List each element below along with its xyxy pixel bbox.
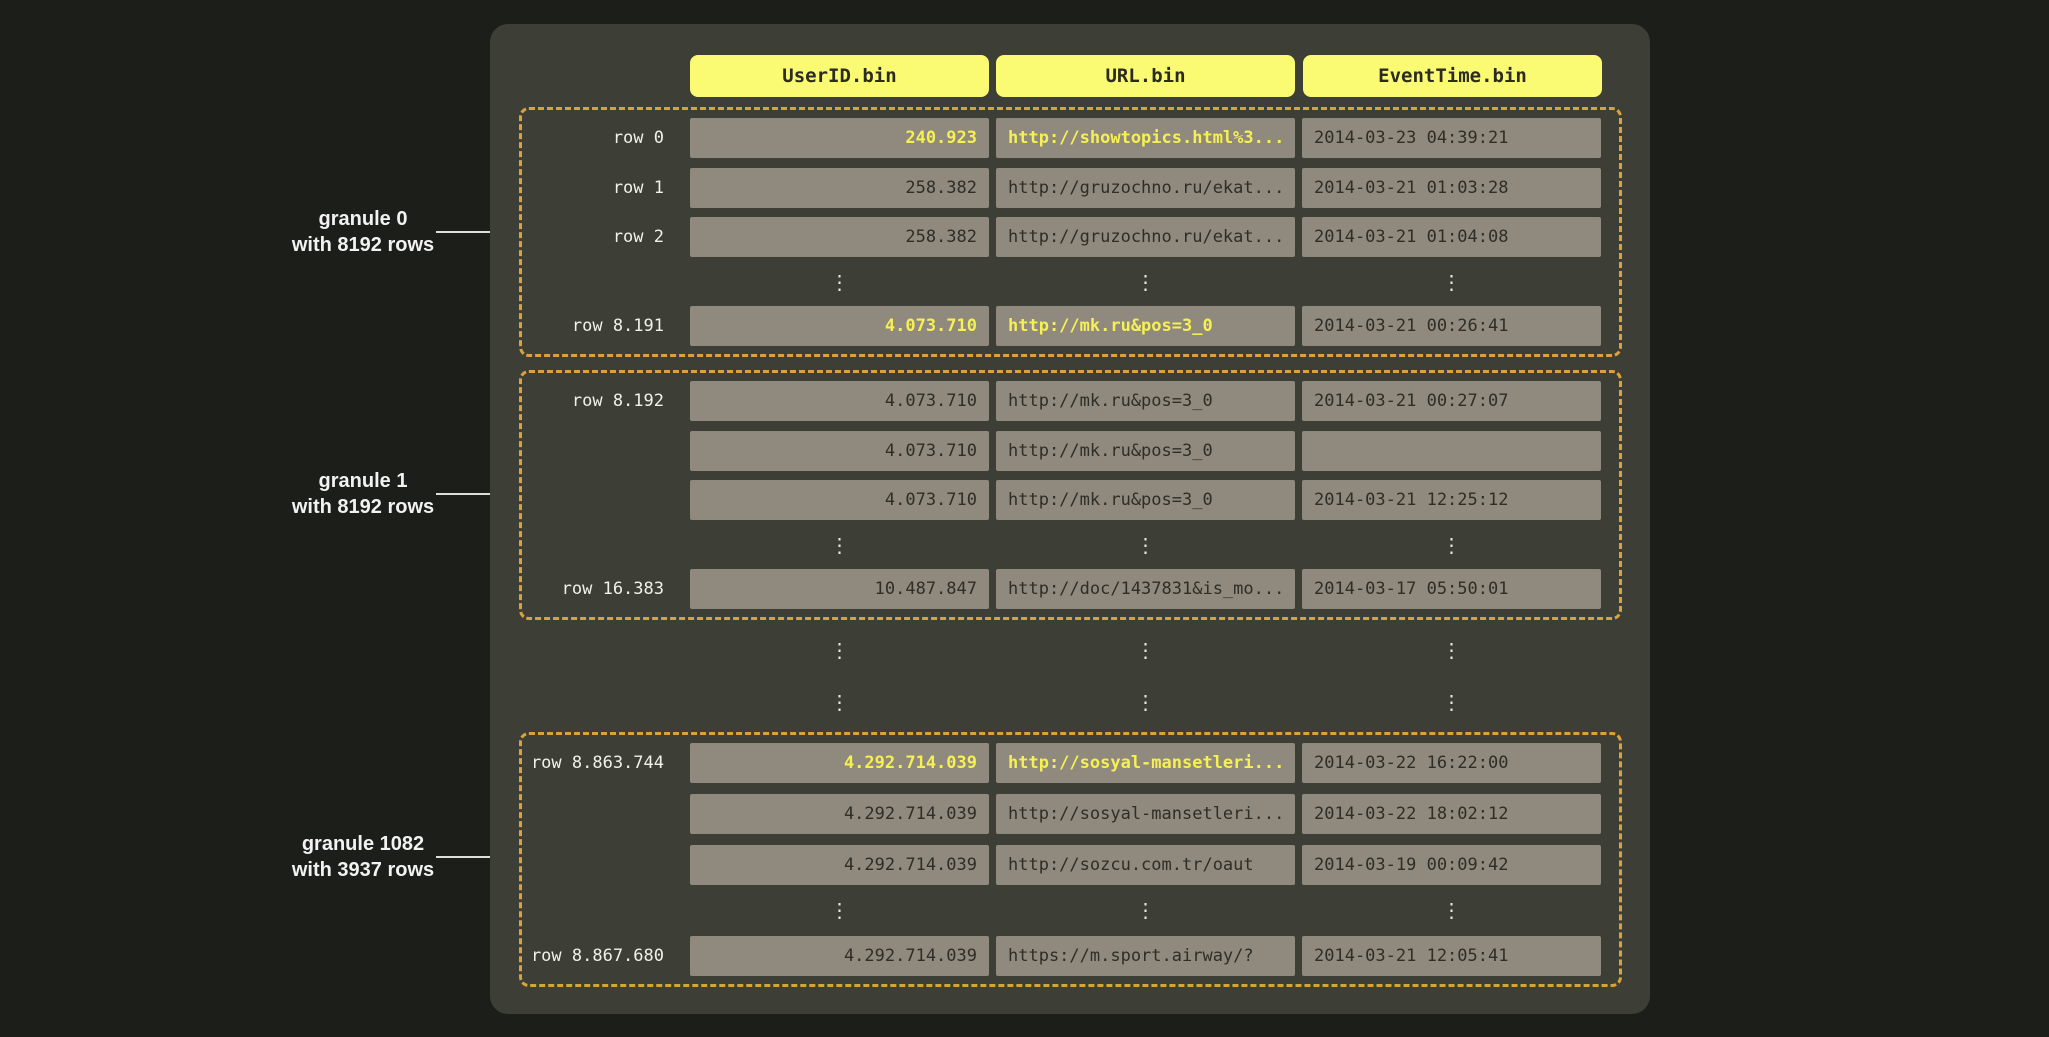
vertical-ellipsis-icon: ⋮ bbox=[690, 687, 989, 717]
row-label bbox=[522, 480, 690, 520]
table-row: row 8.863.744 4.292.714.039 http://sosya… bbox=[522, 743, 1619, 783]
url-cell: http://mk.ru&pos=3_0 bbox=[996, 431, 1295, 471]
vertical-ellipsis-icon: ⋮ bbox=[996, 895, 1295, 925]
vertical-ellipsis-icon: ⋮ bbox=[1302, 267, 1601, 297]
table-row: row 8.867.680 4.292.714.039 https://m.sp… bbox=[522, 936, 1619, 976]
vertical-ellipsis-icon: ⋮ bbox=[1302, 687, 1601, 717]
table-row: row 2 258.382 http://gruzochno.ru/ekat..… bbox=[522, 217, 1619, 257]
eventtime-cell: 2014-03-21 00:27:07 bbox=[1302, 381, 1601, 421]
row-label: row 8.191 bbox=[522, 306, 690, 346]
eventtime-cell: 2014-03-21 00:26:41 bbox=[1302, 306, 1601, 346]
column-header-eventtime: EventTime.bin bbox=[1303, 55, 1602, 97]
eventtime-cell: 2014-03-21 01:04:08 bbox=[1302, 217, 1601, 257]
column-files-panel: UserID.bin URL.bin EventTime.bin row 0 2… bbox=[490, 24, 1650, 1014]
row-label: row 1 bbox=[522, 168, 690, 208]
column-header-url: URL.bin bbox=[996, 55, 1295, 97]
eventtime-cell: 2014-03-17 05:50:01 bbox=[1302, 569, 1601, 609]
vertical-ellipsis-icon: ⋮ bbox=[996, 530, 1295, 560]
ellipsis-row: ⋮ ⋮ ⋮ bbox=[522, 267, 1619, 297]
userid-cell: 258.382 bbox=[690, 217, 989, 257]
url-cell: http://gruzochno.ru/ekat... bbox=[996, 168, 1295, 208]
eventtime-cell: 2014-03-21 01:03:28 bbox=[1302, 168, 1601, 208]
url-cell: http://showtopics.html%3... bbox=[996, 118, 1295, 158]
vertical-ellipsis-icon: ⋮ bbox=[690, 530, 989, 560]
row-label: row 2 bbox=[522, 217, 690, 257]
userid-cell: 4.073.710 bbox=[690, 306, 989, 346]
userid-cell: 4.073.710 bbox=[690, 480, 989, 520]
url-cell: http://gruzochno.ru/ekat... bbox=[996, 217, 1295, 257]
userid-cell: 4.292.714.039 bbox=[690, 936, 989, 976]
url-cell: http://doc/1437831&is_mo... bbox=[996, 569, 1295, 609]
vertical-ellipsis-icon: ⋮ bbox=[996, 267, 1295, 297]
between-granules-ellipsis-row: ⋮ ⋮ ⋮ bbox=[690, 635, 1601, 665]
row-label: row 8.867.680 bbox=[522, 936, 690, 976]
eventtime-cell: 2014-03-21 12:05:41 bbox=[1302, 936, 1601, 976]
ellipsis-row: ⋮ ⋮ ⋮ bbox=[522, 530, 1619, 560]
table-row: row 1 258.382 http://gruzochno.ru/ekat..… bbox=[522, 168, 1619, 208]
url-cell: http://sozcu.com.tr/oaut bbox=[996, 845, 1295, 885]
between-granules-ellipsis-row: ⋮ ⋮ ⋮ bbox=[690, 687, 1601, 717]
row-label: row 16.383 bbox=[522, 569, 690, 609]
vertical-ellipsis-icon: ⋮ bbox=[1302, 895, 1601, 925]
table-row: row 0 240.923 http://showtopics.html%3..… bbox=[522, 118, 1619, 158]
table-row: 4.073.710 http://mk.ru&pos=3_0 2014-03-2… bbox=[522, 480, 1619, 520]
table-row: 4.292.714.039 http://sosyal-mansetleri..… bbox=[522, 794, 1619, 834]
granule-1082-box: row 8.863.744 4.292.714.039 http://sosya… bbox=[519, 732, 1622, 987]
url-cell: http://sosyal-mansetleri... bbox=[996, 794, 1295, 834]
url-cell: https://m.sport.airway/? bbox=[996, 936, 1295, 976]
userid-cell: 258.382 bbox=[690, 168, 989, 208]
url-cell: http://sosyal-mansetleri... bbox=[996, 743, 1295, 783]
granule-1082-annotation-line2: with 3937 rows bbox=[243, 857, 483, 883]
url-cell: http://mk.ru&pos=3_0 bbox=[996, 381, 1295, 421]
table-row: row 16.383 10.487.847 http://doc/1437831… bbox=[522, 569, 1619, 609]
userid-cell: 240.923 bbox=[690, 118, 989, 158]
row-label bbox=[522, 794, 690, 834]
url-cell: http://mk.ru&pos=3_0 bbox=[996, 306, 1295, 346]
vertical-ellipsis-icon: ⋮ bbox=[996, 635, 1295, 665]
row-label bbox=[522, 530, 690, 560]
granule-0-box: row 0 240.923 http://showtopics.html%3..… bbox=[519, 107, 1622, 357]
table-row: 4.292.714.039 http://sozcu.com.tr/oaut 2… bbox=[522, 845, 1619, 885]
row-label bbox=[522, 431, 690, 471]
eventtime-cell: 2014-03-21 12:25:12 bbox=[1302, 480, 1601, 520]
userid-cell: 4.292.714.039 bbox=[690, 845, 989, 885]
granule-0-annotation-line1: granule 0 bbox=[243, 206, 483, 232]
url-cell: http://mk.ru&pos=3_0 bbox=[996, 480, 1295, 520]
row-label bbox=[522, 267, 690, 297]
vertical-ellipsis-icon: ⋮ bbox=[996, 687, 1295, 717]
table-row: row 8.192 4.073.710 http://mk.ru&pos=3_0… bbox=[522, 381, 1619, 421]
eventtime-cell: 2014-03-19 00:09:42 bbox=[1302, 845, 1601, 885]
row-label bbox=[522, 845, 690, 885]
userid-cell: 4.292.714.039 bbox=[690, 794, 989, 834]
row-label bbox=[522, 895, 690, 925]
vertical-ellipsis-icon: ⋮ bbox=[1302, 635, 1601, 665]
vertical-ellipsis-icon: ⋮ bbox=[690, 267, 989, 297]
granule-0-annotation-line2: with 8192 rows bbox=[243, 232, 483, 258]
ellipsis-row: ⋮ ⋮ ⋮ bbox=[522, 895, 1619, 925]
vertical-ellipsis-icon: ⋮ bbox=[690, 895, 989, 925]
eventtime-cell: 2014-03-23 04:39:21 bbox=[1302, 118, 1601, 158]
userid-cell: 4.073.710 bbox=[690, 381, 989, 421]
granule-1-annotation-line2: with 8192 rows bbox=[243, 494, 483, 520]
eventtime-cell bbox=[1302, 431, 1601, 471]
userid-cell: 4.292.714.039 bbox=[690, 743, 989, 783]
row-label: row 8.192 bbox=[522, 381, 690, 421]
vertical-ellipsis-icon: ⋮ bbox=[1302, 530, 1601, 560]
table-row: row 8.191 4.073.710 http://mk.ru&pos=3_0… bbox=[522, 306, 1619, 346]
eventtime-cell: 2014-03-22 16:22:00 bbox=[1302, 743, 1601, 783]
granule-1-annotation-line1: granule 1 bbox=[243, 468, 483, 494]
userid-cell: 4.073.710 bbox=[690, 431, 989, 471]
eventtime-cell: 2014-03-22 18:02:12 bbox=[1302, 794, 1601, 834]
granule-1-box: row 8.192 4.073.710 http://mk.ru&pos=3_0… bbox=[519, 370, 1622, 620]
column-header-userid: UserID.bin bbox=[690, 55, 989, 97]
row-label: row 0 bbox=[522, 118, 690, 158]
granule-1082-annotation-line1: granule 1082 bbox=[243, 831, 483, 857]
userid-cell: 10.487.847 bbox=[690, 569, 989, 609]
row-label: row 8.863.744 bbox=[522, 743, 690, 783]
table-row: 4.073.710 http://mk.ru&pos=3_0 bbox=[522, 431, 1619, 471]
vertical-ellipsis-icon: ⋮ bbox=[690, 635, 989, 665]
